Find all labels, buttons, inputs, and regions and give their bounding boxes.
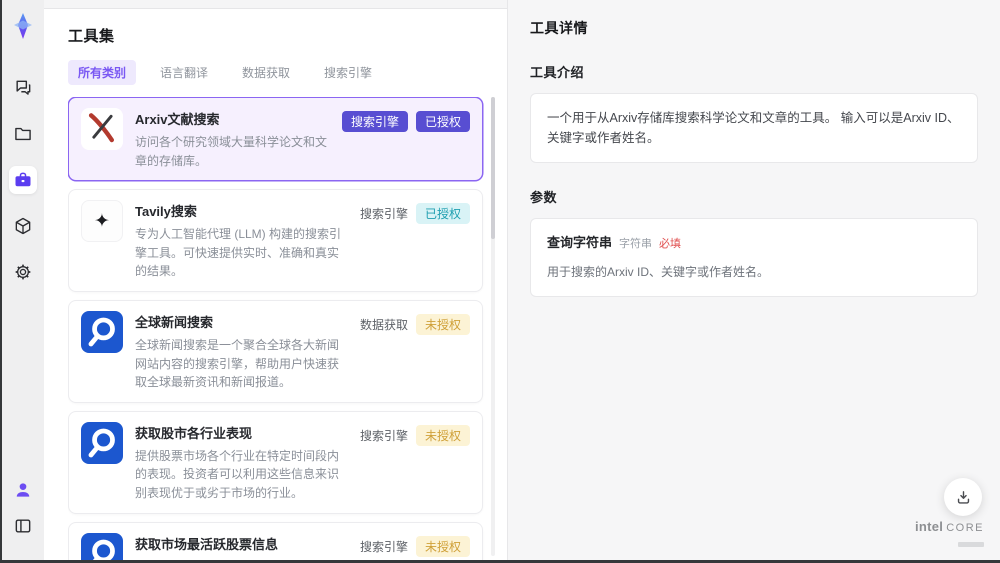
tool-tags: 搜索引擎 已授权 xyxy=(341,108,470,132)
tab-translation[interactable]: 语言翻译 xyxy=(150,60,218,85)
category-label: 数据获取 xyxy=(359,317,408,332)
sidebar-item-files[interactable] xyxy=(9,120,37,148)
user-avatar-button[interactable] xyxy=(9,476,37,504)
auth-status-badge: 已授权 xyxy=(415,111,470,132)
param-type: 字符串 xyxy=(619,238,653,250)
tool-card-arxiv[interactable]: Arxiv文献搜索 访问各个研究领域大量科学论文和文章的存储库。 搜索引擎 已授… xyxy=(68,97,483,182)
sidebar-item-tools[interactable] xyxy=(9,166,37,194)
active-stocks-icon xyxy=(81,532,123,560)
intro-text: 一个用于从Arxiv存储库搜索科学论文和文章的工具。 输入可以是Arxiv ID… xyxy=(547,111,960,145)
param-name: 查询字符串 xyxy=(547,235,613,250)
tool-tags: 搜索引擎 已授权 xyxy=(359,200,470,225)
tool-tags: 数据获取 未授权 xyxy=(360,311,470,335)
tool-name: Tavily搜索 xyxy=(135,204,197,220)
auth-status-badge: 未授权 xyxy=(415,424,470,446)
stock-sector-icon xyxy=(81,421,123,464)
download-button[interactable] xyxy=(944,478,982,516)
intro-heading: 工具介绍 xyxy=(530,65,585,80)
user-avatar-icon xyxy=(16,483,30,497)
intro-box: 一个用于从Arxiv存储库搜索科学论文和文章的工具。 输入可以是Arxiv ID… xyxy=(530,93,978,163)
settings-icon xyxy=(15,264,31,280)
sidebar-item-chat[interactable] xyxy=(9,74,37,102)
tools-list: Arxiv文献搜索 访问各个研究领域大量科学论文和文章的存储库。 搜索引擎 已授… xyxy=(68,97,497,560)
param-required-label: 必填 xyxy=(659,238,682,250)
news-search-icon xyxy=(81,310,123,353)
intel-sub-mark xyxy=(958,542,984,547)
collapse-sidebar-button[interactable] xyxy=(9,512,37,540)
tool-name: 获取股市各行业表现 xyxy=(135,425,253,441)
param-header-row: 查询字符串 字符串 必填 xyxy=(547,233,961,254)
app-window: 工具集 所有类别 语言翻译 数据获取 搜索引擎 Arxiv文献搜索 访问各个研究… xyxy=(2,0,1000,560)
app-logo-icon xyxy=(14,13,32,39)
tool-tags: 搜索引擎 未授权 xyxy=(360,422,470,446)
tool-name: 获取市场最活跃股票信息 xyxy=(135,536,279,552)
tool-card-stock-sectors[interactable]: 获取股市各行业表现 提供股票市场各个行业在特定时间段内的表现。投资者可以利用这些… xyxy=(68,410,483,514)
tool-card-text: Tavily搜索 专为人工智能代理 (LLM) 构建的搜索引擎工具。可快速提供实… xyxy=(135,200,348,281)
tool-card-tavily[interactable]: ✦ Tavily搜索 专为人工智能代理 (LLM) 构建的搜索引擎工具。可快速提… xyxy=(68,189,483,292)
sidebar xyxy=(2,0,44,560)
tool-card-text: 获取市场最活跃股票信息 提供当天交易量最高的股票列表，投资者可以利用这些信息来识… xyxy=(135,533,348,560)
tool-name: 全球新闻搜索 xyxy=(135,314,214,330)
tool-card-text: 获取股市各行业表现 提供股票市场各个行业在特定时间段内的表现。投资者可以利用这些… xyxy=(135,422,348,503)
tool-description: 全球新闻搜索是一个聚合全球各大新闻网站内容的搜索引擎，帮助用户快速获取全球最新资… xyxy=(135,337,340,390)
chat-icon xyxy=(16,80,31,95)
core-wordmark: CORE xyxy=(946,522,984,534)
intel-core-logo: intel CORE xyxy=(915,519,984,552)
sidebar-item-settings[interactable] xyxy=(9,258,37,286)
intel-wordmark: intel xyxy=(914,519,944,534)
scrollbar-thumb[interactable] xyxy=(491,97,495,239)
tab-all-categories[interactable]: 所有类别 xyxy=(68,60,137,85)
tab-search-engine[interactable]: 搜索引擎 xyxy=(314,60,382,85)
tool-description: 提供当天交易量最高的股票列表，投资者可以利用这些信息来识别流动性强的股票和潜在的… xyxy=(135,558,348,561)
param-description: 用于搜索的Arxiv ID、关键字或作者姓名。 xyxy=(547,264,770,279)
cube-icon xyxy=(15,217,31,235)
params-heading: 参数 xyxy=(530,190,558,205)
category-tabs: 所有类别 语言翻译 数据获取 搜索引擎 xyxy=(68,60,497,85)
tool-name: Arxiv文献搜索 xyxy=(135,112,220,127)
category-badge: 搜索引擎 xyxy=(341,111,408,132)
category-label: 搜索引擎 xyxy=(359,428,408,443)
tool-description: 专为人工智能代理 (LLM) 构建的搜索引擎工具。可快速提供实时、准确和真实的结… xyxy=(135,227,342,279)
tool-card-text: Arxiv文献搜索 访问各个研究领域大量科学论文和文章的存储库。 xyxy=(135,108,330,170)
category-label: 搜索引擎 xyxy=(359,539,408,554)
tool-details-panel: 工具详情 工具介绍 一个用于从Arxiv存储库搜索科学论文和文章的工具。 输入可… xyxy=(507,0,1000,560)
tool-card-global-news[interactable]: 全球新闻搜索 全球新闻搜索是一个聚合全球各大新闻网站内容的搜索引擎，帮助用户快速… xyxy=(68,299,483,403)
param-box: 查询字符串 字符串 必填 用于搜索的Arxiv ID、关键字或作者姓名。 xyxy=(530,218,978,297)
toolbox-icon xyxy=(15,172,31,187)
page-title: 工具集 xyxy=(68,28,115,45)
tool-description: 访问各个研究领域大量科学论文和文章的存储库。 xyxy=(135,135,328,168)
tool-tags: 搜索引擎 未授权 xyxy=(360,533,470,557)
category-label: 搜索引擎 xyxy=(359,207,408,222)
tool-card-text: 全球新闻搜索 全球新闻搜索是一个聚合全球各大新闻网站内容的搜索引擎，帮助用户快速… xyxy=(135,311,348,392)
details-title: 工具详情 xyxy=(530,20,588,36)
auth-status-badge: 未授权 xyxy=(415,313,470,335)
auth-status-badge: 已授权 xyxy=(415,203,470,225)
folder-icon xyxy=(15,127,31,141)
sidebar-item-models[interactable] xyxy=(9,212,37,240)
tools-panel: 工具集 所有类别 语言翻译 数据获取 搜索引擎 Arxiv文献搜索 访问各个研究… xyxy=(44,8,507,560)
download-icon xyxy=(957,490,969,504)
tool-card-active-stocks[interactable]: 获取市场最活跃股票信息 提供当天交易量最高的股票列表，投资者可以利用这些信息来识… xyxy=(68,521,483,560)
arxiv-icon xyxy=(81,108,123,150)
tool-description: 提供股票市场各个行业在特定时间段内的表现。投资者可以利用这些信息来识别表现优于或… xyxy=(135,448,340,500)
tavily-star-icon: ✦ xyxy=(81,200,123,243)
collapse-panel-icon xyxy=(15,519,31,533)
tab-data-fetch[interactable]: 数据获取 xyxy=(232,60,300,85)
auth-status-badge: 未授权 xyxy=(415,535,470,557)
